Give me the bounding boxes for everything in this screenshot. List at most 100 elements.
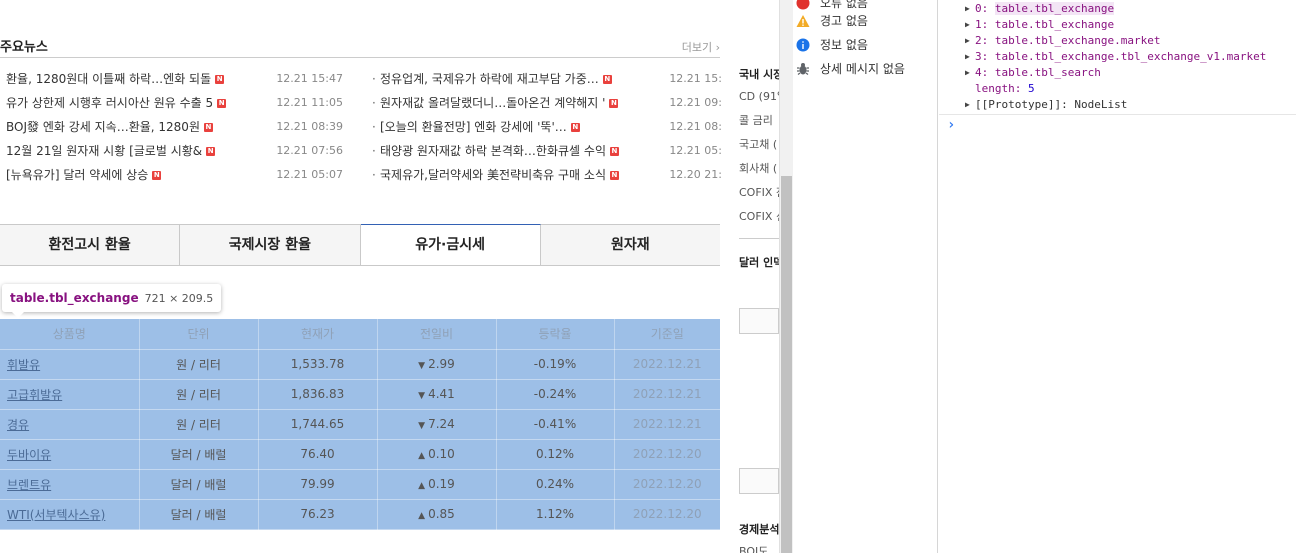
header-unit: 단위	[139, 319, 259, 350]
side-label: 달러 인덱	[739, 256, 779, 269]
product-name-cell: 고급휘발유	[0, 379, 140, 410]
up-arrow-icon: ▲	[418, 451, 426, 461]
console-sidebar: 오류 없음 경고 없음 정보 없음 상세 메시지 없음	[794, 0, 938, 553]
news-item[interactable]: 환율, 1280원대 이틀째 하락…엔화 되돌 N 12.21 15:47	[0, 70, 355, 94]
rate-cell: 0.12%	[496, 439, 615, 470]
rate-cell: -0.41%	[496, 409, 615, 440]
page-scrollbar[interactable]	[779, 0, 793, 553]
news-headline[interactable]: 12월 21일 원자재 시황 [글로벌 시황&	[6, 142, 202, 160]
console-entry[interactable]: ▶ 1: table.tbl_exchange	[965, 17, 1114, 33]
news-item[interactable]: 12월 21일 원자재 시황 [글로벌 시황& N 12.21 07:56	[0, 142, 355, 166]
news-headline[interactable]: BOJ發 엔화 강세 지속…환율, 1280원	[6, 118, 200, 136]
new-badge-icon: N	[570, 123, 580, 132]
tab-oil-gold[interactable]: 유가·금시세	[360, 224, 541, 265]
console-prompt-icon[interactable]: ›	[947, 117, 955, 133]
change-cell: ▲ 0.19	[377, 469, 497, 500]
expand-triangle-icon[interactable]: ▶	[965, 17, 970, 33]
filter-verbose[interactable]: 상세 메시지 없음	[797, 58, 905, 80]
news-item[interactable]: [오늘의 환율전망] 엔화 강세에 '뚝'…N12.21 08:16	[372, 118, 736, 142]
warning-icon	[796, 15, 810, 27]
unit-cell: 원 / 리터	[139, 349, 259, 380]
news-headline[interactable]: [오늘의 환율전망] 엔화 강세에 '뚝'…	[380, 118, 567, 136]
console-entry[interactable]: ▶ 0: table.tbl_exchange	[965, 1, 1115, 17]
news-item[interactable]: 정유업계, 국제유가 하락에 재고부담 가중…N12.21 15:45	[372, 70, 736, 94]
table-row: WTI(서부텍사스유) 달러 / 배럴 76.23 ▲ 0.85 1.12% 2022.12…	[0, 499, 720, 530]
expand-triangle-icon[interactable]: ▶	[965, 33, 970, 49]
unit-cell: 원 / 리터	[139, 409, 259, 440]
news-list-right: 정유업계, 국제유가 하락에 재고부담 가중…N12.21 15:45원자재값 …	[372, 70, 736, 190]
product-link[interactable]: 경유	[7, 418, 29, 432]
rate-cell: 0.24%	[496, 469, 615, 500]
product-link[interactable]: 휘발유	[7, 358, 40, 372]
console-prototype[interactable]: ▶ [[Prototype]]: NodeList	[965, 97, 1127, 113]
news-headline[interactable]: 정유업계, 국제유가 하락에 재고부담 가중…	[380, 70, 599, 88]
up-arrow-icon: ▲	[418, 511, 426, 521]
expand-triangle-icon[interactable]: ▶	[965, 49, 970, 65]
product-link[interactable]: 고급휘발유	[7, 388, 62, 402]
date-cell: 2022.12.20	[614, 499, 720, 530]
side-divider	[739, 238, 779, 239]
header-rate: 등락율	[496, 319, 615, 350]
table-header-row: 상품명 단위 현재가 전일비 등락율 기준일	[0, 319, 720, 350]
side-label: BOJ도	[739, 545, 769, 553]
new-badge-icon: N	[609, 99, 619, 108]
change-cell: ▼ 4.41	[377, 379, 497, 410]
date-cell: 2022.12.21	[614, 379, 720, 410]
product-name-cell: 휘발유	[0, 349, 140, 380]
product-link[interactable]: 두바이유	[7, 448, 51, 462]
inspect-tooltip: table.tbl_exchange 721 × 209.5	[2, 284, 222, 318]
console-entry[interactable]: ▶ 2: table.tbl_exchange.market	[965, 33, 1160, 49]
news-item[interactable]: 국제유가,달러약세와 美전략비축유 구매 소식N12.20 21:04	[372, 166, 736, 190]
tooltip-dimensions: 721 × 209.5	[144, 292, 214, 305]
expand-triangle-icon[interactable]: ▶	[965, 97, 970, 113]
filter-warnings[interactable]: 경고 없음	[796, 10, 868, 32]
news-headline[interactable]: [뉴욕유가] 달러 약세에 상승	[6, 166, 148, 184]
rate-cell: -0.19%	[496, 349, 615, 380]
tab-exchange-notice[interactable]: 환전고시 환율	[0, 225, 181, 265]
rate-cell: -0.24%	[496, 379, 615, 410]
down-arrow-icon: ▼	[418, 391, 426, 401]
console-entry[interactable]: ▶ 3: table.tbl_exchange.tbl_exchange_v1.m…	[965, 49, 1266, 65]
new-badge-icon: N	[152, 171, 162, 180]
filter-label: 경고 없음	[820, 14, 868, 28]
side-panel: 국내 시장 CD (91일 콜 금리 국고채 ( 회사채 ( COFIX 잔 C…	[721, 0, 779, 553]
expand-triangle-icon[interactable]: ▶	[965, 65, 970, 81]
news-more-link[interactable]: 더보기 ›	[682, 39, 720, 55]
product-link[interactable]: 브렌트유	[7, 478, 51, 492]
header-change: 전일비	[377, 319, 497, 350]
news-item[interactable]: BOJ發 엔화 강세 지속…환율, 1280원 N 12.21 08:39	[0, 118, 355, 142]
expand-triangle-icon[interactable]: ▶	[965, 1, 970, 17]
product-link[interactable]: WTI(서부텍사스유)	[7, 508, 105, 522]
news-item[interactable]: 유가 상한제 시행후 러시아산 원유 수출 5 N 12.21 11:05	[0, 94, 355, 118]
price-cell: 1,533.78	[258, 349, 378, 380]
news-date: 12.21 07:56	[276, 144, 343, 157]
bug-icon	[797, 63, 809, 75]
new-badge-icon: N	[609, 147, 619, 156]
news-item[interactable]: [뉴욕유가] 달러 약세에 상승 N 12.21 05:07	[0, 166, 355, 190]
market-tabs: 환전고시 환율 국제시장 환율 유가·금시세 원자재	[0, 224, 720, 266]
news-item[interactable]: 태양광 원자재값 하락 본격화…한화큐셀 수익N12.21 05:10	[372, 142, 736, 166]
news-item[interactable]: 원자재값 올려달랬더니…돌아온건 계약해지 'N12.21 09:14	[372, 94, 736, 118]
table-row: 브렌트유 달러 / 배럴 79.99 ▲ 0.19 0.24% 2022.12.20	[0, 469, 720, 500]
tab-raw-materials[interactable]: 원자재	[541, 225, 720, 265]
news-date: 12.21 05:07	[276, 168, 343, 181]
news-headline[interactable]: 태양광 원자재값 하락 본격화…한화큐셀 수익	[380, 142, 606, 160]
console-entry[interactable]: ▶ 4: table.tbl_search	[965, 65, 1101, 81]
news-headline[interactable]: 유가 상한제 시행후 러시아산 원유 수출 5	[6, 94, 213, 112]
unit-cell: 달러 / 배럴	[139, 439, 259, 470]
change-cell: ▼ 7.24	[377, 409, 497, 440]
side-button[interactable]	[739, 308, 779, 334]
news-headline[interactable]: 환율, 1280원대 이틀째 하락…엔화 되돌	[6, 70, 211, 88]
table-row: 고급휘발유 원 / 리터 1,836.83 ▼ 4.41 -0.24% 2022.12.21	[0, 379, 720, 410]
scrollbar-thumb[interactable]	[781, 176, 792, 553]
news-headline[interactable]: 국제유가,달러약세와 美전략비축유 구매 소식	[380, 166, 606, 184]
side-label: 국고채 (	[739, 138, 778, 151]
news-headline[interactable]: 원자재값 올려달랬더니…돌아온건 계약해지 '	[380, 94, 605, 112]
new-badge-icon: N	[203, 123, 213, 132]
product-name-cell: WTI(서부텍사스유)	[0, 499, 140, 530]
tab-international-exchange[interactable]: 국제시장 환율	[180, 225, 361, 265]
side-label: 국내 시장	[739, 68, 779, 81]
error-icon	[796, 0, 810, 10]
filter-info[interactable]: 정보 없음	[796, 34, 868, 56]
info-icon	[796, 38, 810, 52]
